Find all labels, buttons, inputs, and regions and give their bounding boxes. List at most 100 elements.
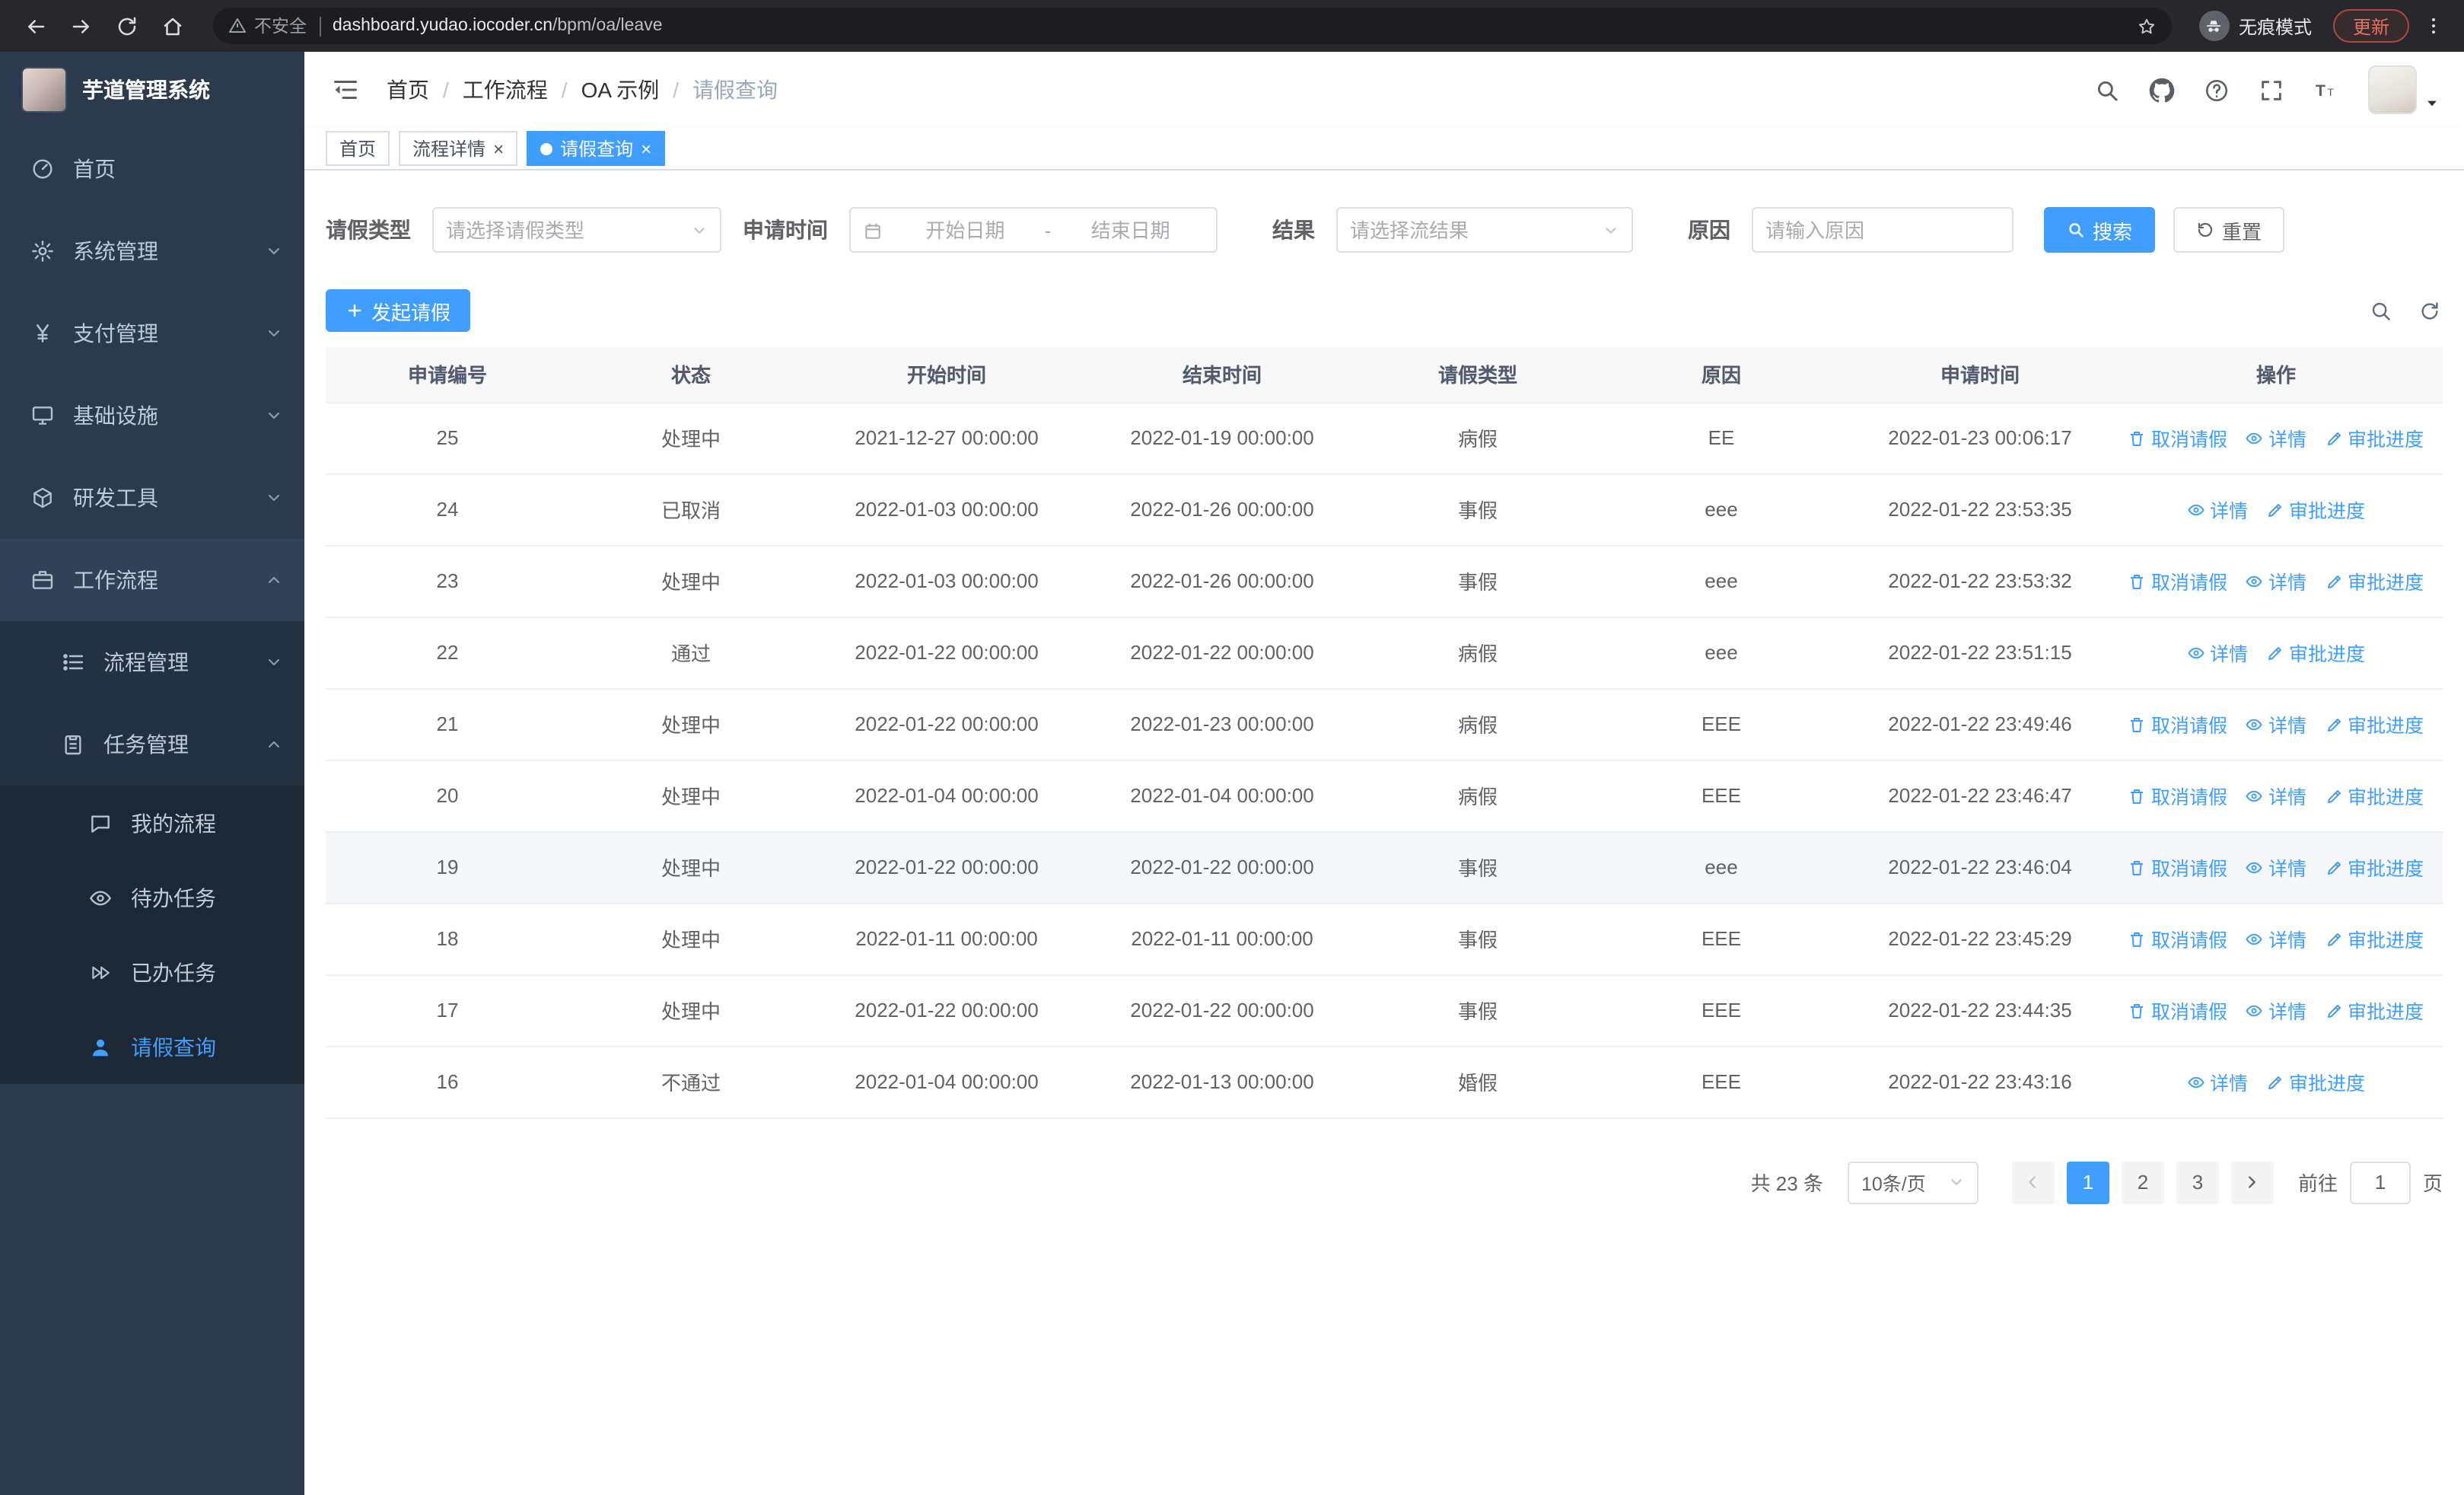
refresh-table-icon[interactable]: [2415, 297, 2443, 324]
leave-table-body: 25 处理中 2021-12-27 00:00:00 2022-01-19 00:00…: [326, 402, 2443, 1118]
page-size-select[interactable]: 10条/页: [1847, 1161, 1979, 1203]
reset-button[interactable]: 重置: [2173, 207, 2285, 253]
cancel-action-link[interactable]: 取消请假: [2128, 709, 2227, 738]
cancel-action-link[interactable]: 取消请假: [2128, 566, 2227, 595]
sidebar-item-label: 支付管理: [73, 321, 158, 346]
detail-action-link[interactable]: 详情: [2246, 709, 2306, 738]
sidebar-item-process-management[interactable]: 流程管理: [0, 621, 304, 703]
help-icon[interactable]: [2201, 75, 2231, 105]
tab-close-icon[interactable]: ×: [493, 139, 504, 158]
hamburger-icon[interactable]: [329, 73, 362, 107]
cell-type: 事假: [1364, 473, 1592, 546]
reason-input[interactable]: [1765, 218, 2000, 241]
progress-action-link[interactable]: 审批进度: [2325, 996, 2424, 1025]
prev-page-button[interactable]: [2011, 1161, 2055, 1203]
breadcrumb-item[interactable]: 首页: [387, 75, 429, 105]
detail-action-link[interactable]: 详情: [2246, 924, 2306, 953]
font-size-icon[interactable]: TT: [2310, 75, 2341, 105]
sidebar-item-payment[interactable]: 支付管理: [0, 292, 304, 375]
task-clipboard-icon: [61, 732, 85, 757]
trash-icon: [2128, 715, 2147, 733]
browser-reload-button[interactable]: [107, 6, 146, 46]
result-select[interactable]: [1336, 207, 1633, 253]
sidebar-item-task-management[interactable]: 任务管理: [0, 703, 304, 786]
browser-back-button[interactable]: [15, 6, 55, 46]
sidebar-item-done-tasks[interactable]: 已办任务: [0, 935, 304, 1009]
tab-close-icon[interactable]: ×: [641, 139, 651, 158]
progress-action-link[interactable]: 审批进度: [2325, 423, 2424, 452]
fullscreen-icon[interactable]: [2255, 75, 2286, 105]
sidebar-item-system[interactable]: 系统管理: [0, 210, 304, 292]
progress-action-link[interactable]: 审批进度: [2266, 1067, 2365, 1096]
detail-action-link[interactable]: 详情: [2246, 423, 2306, 452]
tab-leave-query[interactable]: 请假查询 ×: [527, 131, 666, 166]
apply-time-range-picker[interactable]: -: [849, 207, 1218, 253]
column-header: 申请编号: [326, 347, 569, 403]
address-bar[interactable]: 不安全 dashboard.yudao.iocoder.cn/bpm/oa/le…: [213, 8, 2172, 44]
user-menu[interactable]: [2368, 65, 2440, 114]
security-warning-icon[interactable]: [228, 17, 247, 35]
sidebar-item-home[interactable]: 首页: [0, 128, 304, 210]
app-logo-row[interactable]: 芋道管理系统: [0, 52, 304, 128]
tags-view-bar: 首页 流程详情 × 请假查询 ×: [304, 128, 2464, 171]
cancel-action-link[interactable]: 取消请假: [2128, 853, 2227, 881]
page-button-1[interactable]: 1: [2066, 1161, 2109, 1203]
detail-action-link[interactable]: 详情: [2246, 996, 2306, 1025]
detail-action-link[interactable]: 详情: [2246, 853, 2306, 881]
sidebar-item-todo-tasks[interactable]: 待办任务: [0, 860, 304, 935]
edit-icon: [2266, 1073, 2284, 1091]
progress-action-link[interactable]: 审批进度: [2325, 566, 2424, 595]
end-date-input[interactable]: [1057, 218, 1204, 241]
next-page-button[interactable]: [2230, 1161, 2274, 1203]
sidebar-item-label: 工作流程: [73, 568, 158, 592]
detail-action-link[interactable]: 详情: [2187, 495, 2248, 524]
chevron-down-icon: [265, 653, 283, 671]
toggle-search-icon[interactable]: [2367, 297, 2394, 324]
sidebar-item-workflow[interactable]: 工作流程: [0, 539, 304, 621]
tab-home[interactable]: 首页: [326, 131, 390, 166]
github-icon[interactable]: [2146, 75, 2176, 105]
progress-action-link[interactable]: 审批进度: [2325, 924, 2424, 953]
detail-action-link[interactable]: 详情: [2246, 566, 2306, 595]
search-icon[interactable]: [2091, 75, 2122, 105]
browser-update-button[interactable]: 更新: [2332, 9, 2409, 43]
cell-reason: EEE: [1592, 974, 1851, 1047]
sidebar-item-leave-query[interactable]: 请假查询: [0, 1009, 304, 1084]
browser-home-button[interactable]: [152, 6, 192, 46]
breadcrumb-item[interactable]: OA 示例: [581, 75, 660, 105]
progress-action-link[interactable]: 审批进度: [2325, 853, 2424, 881]
cancel-action-link[interactable]: 取消请假: [2128, 423, 2227, 452]
search-button[interactable]: 搜索: [2044, 207, 2156, 253]
result-select-input[interactable]: [1350, 218, 1597, 241]
progress-action-link[interactable]: 审批进度: [2266, 495, 2365, 524]
breadcrumb-item[interactable]: 工作流程: [463, 75, 548, 105]
progress-action-link[interactable]: 审批进度: [2266, 638, 2365, 667]
cancel-action-link[interactable]: 取消请假: [2128, 781, 2227, 810]
browser-forward-button[interactable]: [61, 6, 100, 46]
bookmark-star-icon[interactable]: [2137, 16, 2157, 36]
sidebar-item-infrastructure[interactable]: 基础设施: [0, 375, 304, 457]
security-label[interactable]: 不安全: [254, 14, 307, 38]
user-avatar[interactable]: [2368, 65, 2417, 114]
browser-menu-icon[interactable]: [2418, 8, 2449, 44]
sidebar-item-devtools[interactable]: 研发工具: [0, 457, 304, 539]
tab-process-detail[interactable]: 流程详情 ×: [399, 131, 518, 166]
create-leave-button[interactable]: 发起请假: [326, 289, 471, 332]
leave-type-select[interactable]: [432, 207, 721, 253]
goto-page-input[interactable]: [2349, 1161, 2411, 1203]
leave-type-select-input[interactable]: [446, 218, 685, 241]
action-label: 取消请假: [2150, 930, 2227, 952]
detail-action-link[interactable]: 详情: [2187, 1067, 2248, 1096]
progress-action-link[interactable]: 审批进度: [2325, 781, 2424, 810]
cancel-action-link[interactable]: 取消请假: [2128, 996, 2227, 1025]
start-date-input[interactable]: [892, 218, 1039, 241]
progress-action-link[interactable]: 审批进度: [2325, 709, 2424, 738]
detail-action-link[interactable]: 详情: [2187, 638, 2248, 667]
eye-icon: [2246, 929, 2264, 948]
cancel-action-link[interactable]: 取消请假: [2128, 924, 2227, 953]
sidebar-item-my-processes[interactable]: 我的流程: [0, 786, 304, 860]
page-button-3[interactable]: 3: [2176, 1161, 2219, 1203]
detail-action-link[interactable]: 详情: [2246, 781, 2306, 810]
page-button-2[interactable]: 2: [2121, 1161, 2164, 1203]
cell-type: 病假: [1364, 760, 1592, 832]
